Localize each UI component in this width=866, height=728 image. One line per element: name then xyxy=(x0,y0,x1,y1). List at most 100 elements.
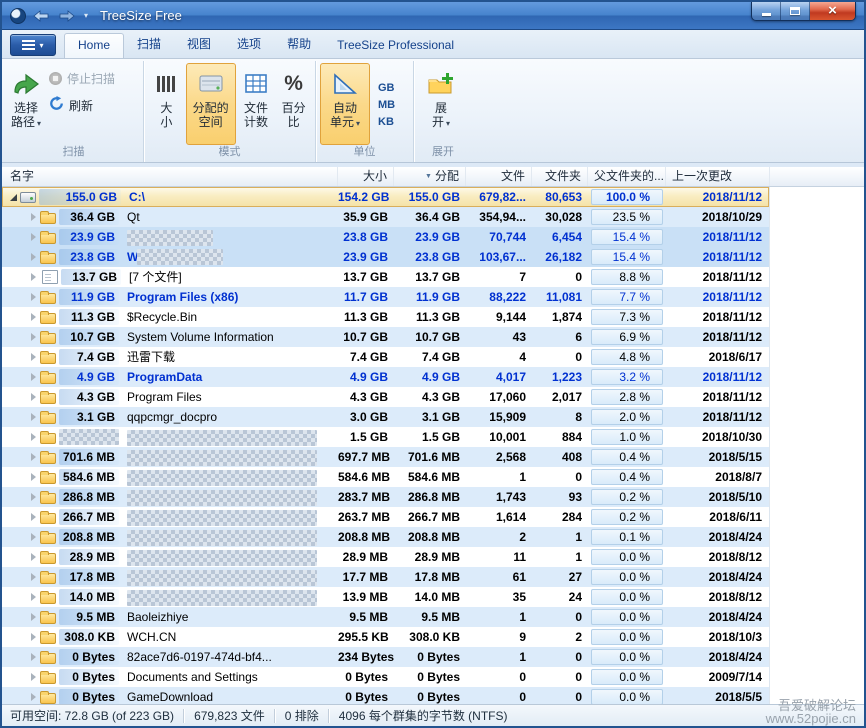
expand-arrow-icon[interactable] xyxy=(26,393,40,401)
expand-arrow-icon[interactable] xyxy=(26,433,40,441)
table-row[interactable]: 11.3 GB $Recycle.Bin 11.3 GB 11.3 GB 9,144 1,… xyxy=(2,307,770,327)
table-row[interactable]: 1.5 GB 1.5 GB 10,001 884 1.0 % 2018/10/30 xyxy=(2,427,770,447)
expand-arrow-icon[interactable] xyxy=(26,253,40,261)
cell-date: 2018/4/24 xyxy=(708,610,762,624)
unit-gb-button[interactable]: GB xyxy=(373,81,400,96)
mode-allocated-button[interactable]: 分配的 空间 xyxy=(185,63,236,145)
table-row[interactable]: 308.0 KB WCH.CN 295.5 KB 308.0 KB 9 2 0.0 % 201… xyxy=(2,627,770,647)
mode-size-button[interactable]: 大 小 xyxy=(148,63,185,145)
table-row[interactable]: 10.7 GB System Volume Information 10.7 GB 1… xyxy=(2,327,770,347)
table-row[interactable]: 11.9 GB Program Files (x86) 11.7 GB 11.9 GB… xyxy=(2,287,770,307)
percent-bar: 3.2 % xyxy=(591,369,663,385)
table-row[interactable]: 0 Bytes GameDownload 0 Bytes 0 Bytes 0 0 0.0 %… xyxy=(2,687,770,704)
table-row[interactable]: 701.6 MB 697.7 MB 701.6 MB 2,568 408 0.4 % 201… xyxy=(2,447,770,467)
table-row[interactable]: 23.9 GB 23.8 GB 23.9 GB 70,744 6,454 15.4 % 20… xyxy=(2,227,770,247)
unit-mb-button[interactable]: MB xyxy=(373,98,400,113)
maximize-button[interactable] xyxy=(781,2,810,20)
table-row[interactable]: 14.0 MB 13.9 MB 14.0 MB 35 24 0.0 % 2018/8/12 xyxy=(2,587,770,607)
item-size-label: 9.5 MB xyxy=(59,609,119,625)
unit-auto-button[interactable]: 自动 单元 xyxy=(320,63,370,145)
name-cell: 701.6 MB xyxy=(2,447,338,467)
expand-arrow-icon[interactable] xyxy=(26,493,40,501)
tab-options[interactable]: 选项 xyxy=(224,30,274,58)
expand-arrow-icon[interactable] xyxy=(26,453,40,461)
expand-arrow-icon[interactable] xyxy=(26,353,40,361)
refresh-button[interactable]: 刷新 xyxy=(45,94,119,116)
expand-button[interactable]: 展 开 xyxy=(418,63,464,145)
expand-arrow-icon[interactable] xyxy=(26,333,40,341)
table-row[interactable]: 286.8 MB 283.7 MB 286.8 MB 1,743 93 0.2 % 2018… xyxy=(2,487,770,507)
item-size-label: 4.9 GB xyxy=(59,369,119,385)
expand-arrow-icon[interactable] xyxy=(26,473,40,481)
expand-arrow-icon[interactable] xyxy=(26,533,40,541)
table-row[interactable]: 155.0 GB C:\ 154.2 GB 155.0 GB 679,82... 80,6… xyxy=(2,187,770,207)
expand-arrow-icon[interactable] xyxy=(26,693,40,701)
expand-arrow-icon[interactable] xyxy=(26,513,40,521)
expand-arrow-icon[interactable] xyxy=(26,293,40,301)
cell-files: 1,743 xyxy=(495,490,526,504)
tab-help[interactable]: 帮助 xyxy=(274,30,324,58)
table-row[interactable]: 266.7 MB 263.7 MB 266.7 MB 1,614 284 0.2 % 201… xyxy=(2,507,770,527)
expand-arrow-icon[interactable] xyxy=(26,633,40,641)
column-header-size[interactable]: 大小 xyxy=(338,167,394,186)
expand-arrow-icon[interactable] xyxy=(26,273,40,281)
expand-arrow-icon[interactable] xyxy=(26,373,40,381)
select-path-button[interactable]: 选择 路径 xyxy=(8,63,44,145)
expand-arrow-icon[interactable] xyxy=(26,573,40,581)
application-menu-button[interactable] xyxy=(10,34,56,56)
table-row[interactable]: 208.8 MB 208.8 MB 208.8 MB 2 1 0.1 % 2018/4/24 xyxy=(2,527,770,547)
cell-allocated: 0 Bytes xyxy=(417,670,460,684)
table-row[interactable]: 9.5 MB Baoleizhiye 9.5 MB 9.5 MB 1 0 0.0 % 2018… xyxy=(2,607,770,627)
table-row[interactable]: 584.6 MB 584.6 MB 584.6 MB 1 0 0.4 % 2018/8/7 xyxy=(2,467,770,487)
column-header-name[interactable]: 名字 xyxy=(2,167,338,186)
back-button[interactable] xyxy=(30,8,52,24)
mode-file-count-button[interactable]: 文件 计数 xyxy=(237,63,276,145)
table-row[interactable]: 23.8 GB Windows 23.9 GB 23.8 GB 103,67... 26,… xyxy=(2,247,770,267)
tab-scan[interactable]: 扫描 xyxy=(124,30,174,58)
tab-treesize-professional[interactable]: TreeSize Professional xyxy=(324,33,467,58)
expand-arrow-icon[interactable] xyxy=(26,233,40,241)
expand-arrow-icon[interactable] xyxy=(26,213,40,221)
app-logo-icon xyxy=(10,7,26,24)
table-row[interactable]: 17.8 MB 17.7 MB 17.8 MB 61 27 0.0 % 2018/4/24 xyxy=(2,567,770,587)
cell-percent: 0.0 % xyxy=(588,647,666,667)
expand-arrow-icon[interactable] xyxy=(26,653,40,661)
column-header-folders[interactable]: 文件夹 xyxy=(532,167,588,186)
table-row[interactable]: 0 Bytes 82ace7d6-0197-474d-bf4... 234 Byte… xyxy=(2,647,770,667)
percent-bar: 0.0 % xyxy=(591,609,663,625)
folder-icon xyxy=(40,411,56,424)
expand-arrow-icon[interactable] xyxy=(26,553,40,561)
item-name: Program Files (x86) xyxy=(127,290,239,304)
expand-arrow-icon[interactable] xyxy=(26,673,40,681)
tab-home[interactable]: Home xyxy=(64,33,125,58)
expand-arrow-icon[interactable] xyxy=(26,593,40,601)
stop-scan-button[interactable]: 停止扫描 xyxy=(45,68,119,89)
column-header-allocated[interactable]: 分配 xyxy=(394,167,466,186)
table-row[interactable]: 4.9 GB ProgramData 4.9 GB 4.9 GB 4,017 1,223 3… xyxy=(2,367,770,387)
expand-arrow-icon[interactable] xyxy=(26,613,40,621)
cell-allocated: 10.7 GB xyxy=(415,330,460,344)
table-row[interactable]: 13.7 GB [7 个文件] 13.7 GB 13.7 GB 7 0 8.8 % 2018/… xyxy=(2,267,770,287)
table-row[interactable]: 0 Bytes Documents and Settings 0 Bytes 0 By… xyxy=(2,667,770,687)
tab-view[interactable]: 视图 xyxy=(174,30,224,58)
cell-folders: 0 xyxy=(575,670,582,684)
minimize-button[interactable] xyxy=(752,2,781,20)
column-header-files[interactable]: 文件 xyxy=(466,167,532,186)
table-row[interactable]: 28.9 MB 28.9 MB 28.9 MB 11 1 0.0 % 2018/8/12 xyxy=(2,547,770,567)
mode-percent-button[interactable]: 百分 比 xyxy=(276,63,311,145)
column-header-date[interactable]: 上一次更改 xyxy=(666,167,770,186)
table-row[interactable]: 4.3 GB Program Files 4.3 GB 4.3 GB 17,060 2,0… xyxy=(2,387,770,407)
forward-button[interactable] xyxy=(56,8,78,24)
table-row[interactable]: 7.4 GB 迅雷下载 7.4 GB 7.4 GB 4 0 4.8 % 2018/6/17 xyxy=(2,347,770,367)
expand-arrow-icon[interactable] xyxy=(26,313,40,321)
unit-kb-button[interactable]: KB xyxy=(373,115,400,130)
column-header-percent[interactable]: 父文件夹的... xyxy=(588,167,666,186)
cell-percent: 7.3 % xyxy=(588,307,666,327)
expand-arrow-icon[interactable] xyxy=(6,194,20,201)
expand-arrow-icon[interactable] xyxy=(26,413,40,421)
close-button[interactable] xyxy=(810,2,855,20)
table-row[interactable]: 36.4 GB Qt 35.9 GB 36.4 GB 354,94... 30,028 23… xyxy=(2,207,770,227)
percent-bar: 15.4 % xyxy=(591,249,663,265)
quick-access-caret-icon[interactable] xyxy=(84,12,88,20)
table-row[interactable]: 3.1 GB qqpcmgr_docpro 3.0 GB 3.1 GB 15,909 8 2… xyxy=(2,407,770,427)
